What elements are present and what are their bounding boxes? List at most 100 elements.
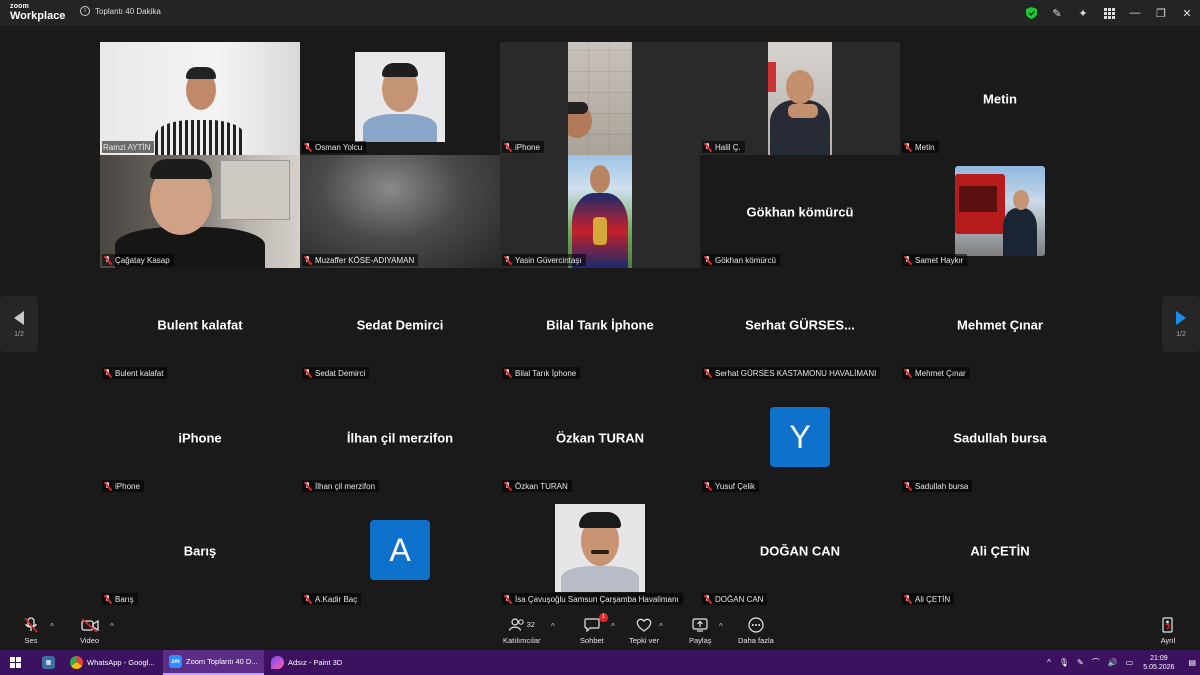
avatar: A	[370, 520, 430, 580]
shield-icon[interactable]	[1018, 0, 1044, 26]
page-indicator: 1/2	[1176, 330, 1186, 338]
video-options-chevron-icon[interactable]: ^	[110, 622, 114, 631]
mic-off-icon	[503, 142, 512, 152]
participant-name: Halil Ç.	[715, 142, 741, 152]
chat-options-chevron-icon[interactable]: ^	[611, 622, 615, 631]
taskbar-app-paint3d[interactable]: Adsız - Paint 3D	[265, 650, 348, 675]
system-clock[interactable]: 21:09 5.05.2026	[1143, 654, 1174, 672]
video-tile[interactable]: Sadullah bursa Sadullah bursa	[900, 381, 1100, 494]
participant-name-label: Muzaffer KÖSE-ADIYAMAN	[302, 254, 419, 266]
taskbar-calculator-button[interactable]: ▦	[36, 650, 61, 675]
video-button[interactable]: Video	[80, 616, 99, 645]
restore-icon[interactable]: ❐	[1148, 0, 1174, 26]
video-tile[interactable]: Sedat Demirci Sedat Demirci	[300, 268, 500, 381]
meeting-info-button[interactable]: i Toplantı 40 Dakika	[80, 6, 161, 16]
title-bar-icons: ✎ ✦ — ❐ ✕	[1018, 0, 1200, 26]
participant-display-name: Barış	[183, 543, 217, 558]
more-button[interactable]: Daha fazla	[738, 616, 774, 645]
participant-display-name: Sadullah bursa	[953, 430, 1047, 445]
video-tile[interactable]: İsa Çavuşoğlu Samsun Çarşamba Havalimanı	[500, 494, 700, 607]
participant-name-label: iPhone	[502, 141, 544, 153]
network-icon[interactable]: ⌒	[1092, 657, 1100, 668]
video-tile[interactable]: Halil Ç.	[700, 42, 900, 155]
close-icon[interactable]: ✕	[1174, 0, 1200, 26]
page-indicator: 1/2	[14, 330, 24, 338]
video-tile[interactable]: Samet Haykır	[900, 155, 1100, 268]
video-tile[interactable]: Yasin Güvercintaşı	[500, 155, 700, 268]
video-tile[interactable]: Barış Barış	[100, 494, 300, 607]
video-tile[interactable]: Y Yusuf Çelik	[700, 381, 900, 494]
battery-icon[interactable]: ▭	[1126, 658, 1134, 667]
video-tile[interactable]: Metin Metin	[900, 42, 1100, 155]
share-options-chevron-icon[interactable]: ^	[719, 622, 723, 631]
participants-icon-wrap: 32	[508, 616, 535, 633]
grid-view-icon[interactable]	[1096, 0, 1122, 26]
participant-video	[100, 42, 300, 155]
participant-video	[300, 155, 500, 268]
participant-name-label: Mehmet Çınar	[902, 367, 970, 379]
participant-name-label: Osman Yolcu	[302, 141, 367, 153]
avatar: Y	[770, 407, 830, 467]
video-tile[interactable]: Özkan TURAN Özkan TURAN	[500, 381, 700, 494]
reactions-options-chevron-icon[interactable]: ^	[659, 622, 663, 631]
speaker-icon[interactable]: 🔊	[1108, 658, 1118, 667]
chat-button[interactable]: 1 Sohbet	[580, 613, 608, 645]
participant-name: DOĞAN CAN	[715, 594, 764, 604]
windows-start-icon[interactable]	[10, 657, 21, 668]
video-tile[interactable]: Ali ÇETİN Ali ÇETİN	[900, 494, 1100, 607]
participant-name-label: İsa Çavuşoğlu Samsun Çarşamba Havalimanı	[502, 593, 683, 605]
video-tile[interactable]: Gökhan kömürcü Gökhan kömürcü	[700, 155, 900, 268]
audio-options-chevron-icon[interactable]: ^	[50, 622, 54, 631]
video-tile[interactable]: Bulent kalafat Bulent kalafat	[100, 268, 300, 381]
taskbar-app-whatsapp[interactable]: WhatsApp - Googl...	[64, 650, 161, 675]
mic-off-icon	[903, 255, 912, 265]
video-tile[interactable]: Bilal Tarık İphone Bilal Tarık İphone	[500, 268, 700, 381]
participant-name-label: iPhone	[102, 480, 144, 492]
video-tile[interactable]: Osman Yolcu	[300, 42, 500, 155]
participant-name-label: Bilal Tarık İphone	[502, 367, 581, 379]
participant-name: Bulent kalafat	[115, 368, 164, 378]
video-tile[interactable]: iPhone iPhone	[100, 381, 300, 494]
minimize-icon[interactable]: —	[1122, 0, 1148, 26]
windows-taskbar: ▦ WhatsApp - Googl... zm Zoom Toplantı 4…	[0, 650, 1200, 675]
leave-button[interactable]: Ayrıl	[1160, 616, 1176, 645]
video-tile[interactable]: Mehmet Çınar Mehmet Çınar	[900, 268, 1100, 381]
notification-icon[interactable]: ▤	[1188, 658, 1196, 667]
video-tile[interactable]: Muzaffer KÖSE-ADIYAMAN	[300, 155, 500, 268]
chevron-up-icon[interactable]: ^	[1047, 658, 1051, 667]
video-tile[interactable]: Çağatay Kasap	[100, 155, 300, 268]
video-tile[interactable]: İlhan çil merzifon İlhan çil merzifon	[300, 381, 500, 494]
meeting-title: Toplantı 40 Dakika	[95, 6, 161, 16]
participant-video	[568, 42, 632, 155]
participant-display-name: Gökhan kömürcü	[746, 204, 854, 219]
participant-display-name: Sedat Demirci	[356, 317, 444, 332]
microphone-icon[interactable]: 🎙	[1059, 658, 1069, 667]
taskbar-app-zoom[interactable]: zm Zoom Toplantı 40 D...	[163, 650, 264, 675]
participant-name: Barış	[115, 594, 134, 604]
video-tile[interactable]: iPhone	[500, 42, 700, 155]
video-tile[interactable]: A A.Kadir Baç	[300, 494, 500, 607]
annotate-icon[interactable]: ✎	[1044, 0, 1070, 26]
participants-button[interactable]: 32 Katılımcılar	[503, 616, 541, 645]
mic-off-icon	[103, 594, 112, 604]
share-button[interactable]: Paylaş	[689, 616, 712, 645]
ai-companion-icon[interactable]: ✦	[1070, 0, 1096, 26]
participant-video	[100, 155, 300, 268]
clock-date: 5.05.2026	[1143, 663, 1175, 671]
audio-button[interactable]: Ses	[24, 616, 38, 645]
participant-name: Mehmet Çınar	[915, 368, 966, 378]
mic-off-icon	[703, 142, 712, 152]
pen-icon[interactable]: ✎	[1077, 658, 1084, 667]
video-tile[interactable]: DOĞAN CAN DOĞAN CAN	[700, 494, 900, 607]
participant-name-label: Çağatay Kasap	[102, 254, 174, 266]
mic-off-icon	[703, 255, 712, 265]
participant-name-label: Gökhan kömürcü	[702, 254, 780, 266]
reactions-button[interactable]: Tepki ver	[629, 616, 659, 645]
next-page-button[interactable]: 1/2	[1162, 296, 1200, 352]
participant-name-label: Samet Haykır	[902, 254, 968, 266]
video-tile[interactable]: Serhat GÜRSES... Serhat GÜRSES KASTAMONU…	[700, 268, 900, 381]
previous-page-button[interactable]: 1/2	[0, 296, 38, 352]
participants-options-chevron-icon[interactable]: ^	[551, 622, 555, 631]
participant-name: İlhan çil merzifon	[315, 481, 376, 491]
video-tile[interactable]: Ramzi AYTİN	[100, 42, 300, 155]
